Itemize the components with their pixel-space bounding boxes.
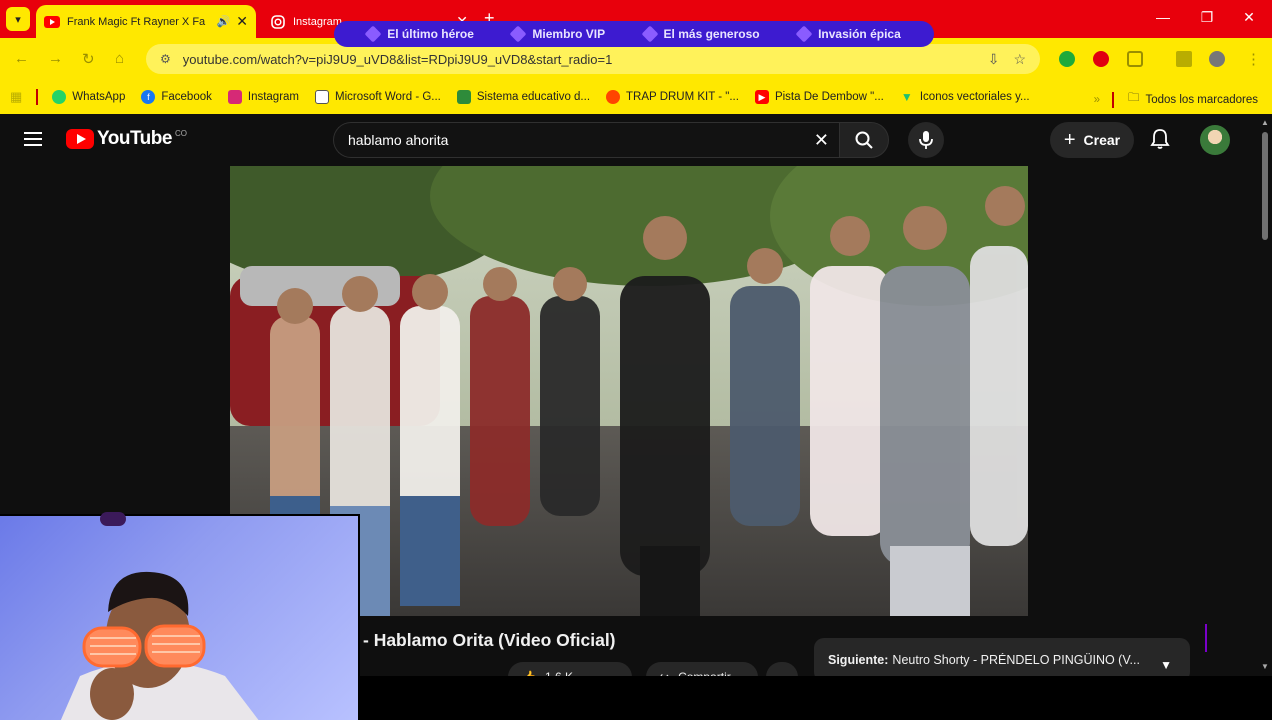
shield-extension-icon[interactable] [1059,51,1075,67]
webcam-overlay [0,514,360,720]
bookmark-word[interactable]: Microsoft Word - G... [315,90,441,104]
site-settings-icon[interactable]: ⚙ [160,52,171,66]
search-button[interactable] [839,122,889,158]
bookmark-instagram[interactable]: Instagram [227,90,299,104]
profile-avatar-icon[interactable] [1209,51,1225,67]
search-input[interactable]: hablamo ahorita ✕ [333,122,839,158]
stream-goals-overlay: El último héroe Miembro VIP El más gener… [334,21,934,47]
gem-icon [364,25,382,43]
facebook-icon: f [141,90,156,104]
up-next-title: Neutro Shorty - PRÉNDELO PINGÜINO (V... [892,653,1140,667]
word-doc-icon [315,90,330,104]
youtube-icon [44,14,60,30]
search-icon [855,131,873,149]
scroll-down-icon[interactable]: ▼ [1261,662,1269,671]
close-window-button[interactable]: ✕ [1234,9,1264,26]
vector-icon: ▼ [900,90,913,104]
bookmark-facebook[interactable]: f Facebook [141,90,212,104]
browser-menu-icon[interactable]: ⋮ [1246,50,1261,68]
create-button[interactable]: + Crear [1050,122,1134,158]
scrollbar-thumb[interactable] [1262,132,1268,240]
overlay-item: Miembro VIP [509,25,605,43]
tab-search-button[interactable]: ▾ [6,7,30,31]
url-text: youtube.com/watch?v=piJ9U9_uVD8&list=RDp… [182,51,613,67]
playlist-marker [1205,624,1207,652]
bookmark-star-icon[interactable]: ☆ [1013,51,1026,68]
media-controls-icon[interactable] [1176,51,1192,67]
folder-icon: 🗀 [1128,92,1140,104]
all-bookmarks[interactable]: » 🗀 Todos los marcadores [1094,90,1258,109]
webcam-indicator [100,512,126,526]
search-query: hablamo ahorita [348,132,449,148]
video-title: - Hablamo Orita (Video Oficial) [363,630,616,650]
bookmarks-bar: ▦ WhatsApp f Facebook Instagram Microsoft… [0,80,1272,114]
bookmark-education[interactable]: Sistema educativo d... [456,90,590,104]
reload-icon[interactable]: ↻ [82,50,95,68]
notifications-bell-icon[interactable] [1150,128,1170,155]
bookmark-trap-drum[interactable]: TRAP DRUM KIT - "... [606,90,739,104]
separator [36,89,39,105]
gem-icon [641,25,659,43]
reddit-icon [606,90,621,104]
close-tab-icon[interactable]: ✕ [236,13,248,30]
education-icon [456,90,471,104]
screen: ▾ Frank Magic Ft Rayner X Fa 🔊 ✕ Instagr… [0,0,1272,720]
chevron-right-icon: » [1093,93,1100,106]
speaker-icon[interactable]: 🔊 [217,15,231,28]
chevron-down-icon[interactable]: ▼ [1160,658,1172,672]
adblock-extension-icon[interactable] [1093,51,1109,67]
overlay-item: Invasión épica [795,25,901,43]
youtube-logo[interactable]: YouTube CO [66,128,187,150]
webcam-frame [60,571,259,720]
overlay-item: El último héroe [364,25,474,43]
scroll-up-icon[interactable]: ▲ [1261,118,1269,127]
overlay-item: El más generoso [641,25,760,43]
forward-arrow-icon[interactable]: → [48,50,63,67]
gem-icon [795,25,813,43]
extensions-icon[interactable] [1127,51,1143,67]
instagram-icon [270,14,286,30]
apps-grid-icon[interactable]: ▦ [10,89,22,105]
up-next-label: Siguiente: [828,653,889,667]
voice-search-button[interactable] [908,122,944,158]
gem-icon [509,25,527,43]
youtube-header: YouTube CO hablamo ahorita ✕ + Crear [0,114,1258,166]
youtube-icon: ▶ [754,90,769,104]
microphone-icon [919,131,933,149]
tab-youtube[interactable]: Frank Magic Ft Rayner X Fa 🔊 ✕ [36,5,256,38]
address-bar[interactable]: ⚙ youtube.com/watch?v=piJ9U9_uVD8&list=R… [146,44,1040,74]
account-avatar[interactable] [1200,125,1230,155]
youtube-play-icon [66,129,94,149]
page-scrollbar[interactable]: ▲ ▼ [1258,114,1272,676]
back-arrow-icon[interactable]: ← [14,50,29,67]
install-app-icon[interactable]: ⇩ [988,51,1000,68]
separator [1112,91,1114,108]
tab-title: Frank Magic Ft Rayner X Fa [67,15,206,28]
restore-button[interactable]: ❐ [1192,9,1222,26]
whatsapp-icon [52,90,67,104]
bookmark-iconos[interactable]: ▼ Iconos vectoriales y... [900,90,1030,104]
home-icon[interactable]: ⌂ [115,50,124,67]
bookmark-dembow[interactable]: ▶ Pista De Dembow "... [754,90,884,104]
hamburger-menu-icon[interactable] [24,132,42,146]
plus-icon: + [1063,128,1076,151]
instagram-icon [227,90,242,104]
bookmark-whatsapp[interactable]: WhatsApp [52,90,125,104]
minimize-button[interactable]: — [1148,9,1178,25]
clear-search-icon[interactable]: ✕ [814,130,829,151]
